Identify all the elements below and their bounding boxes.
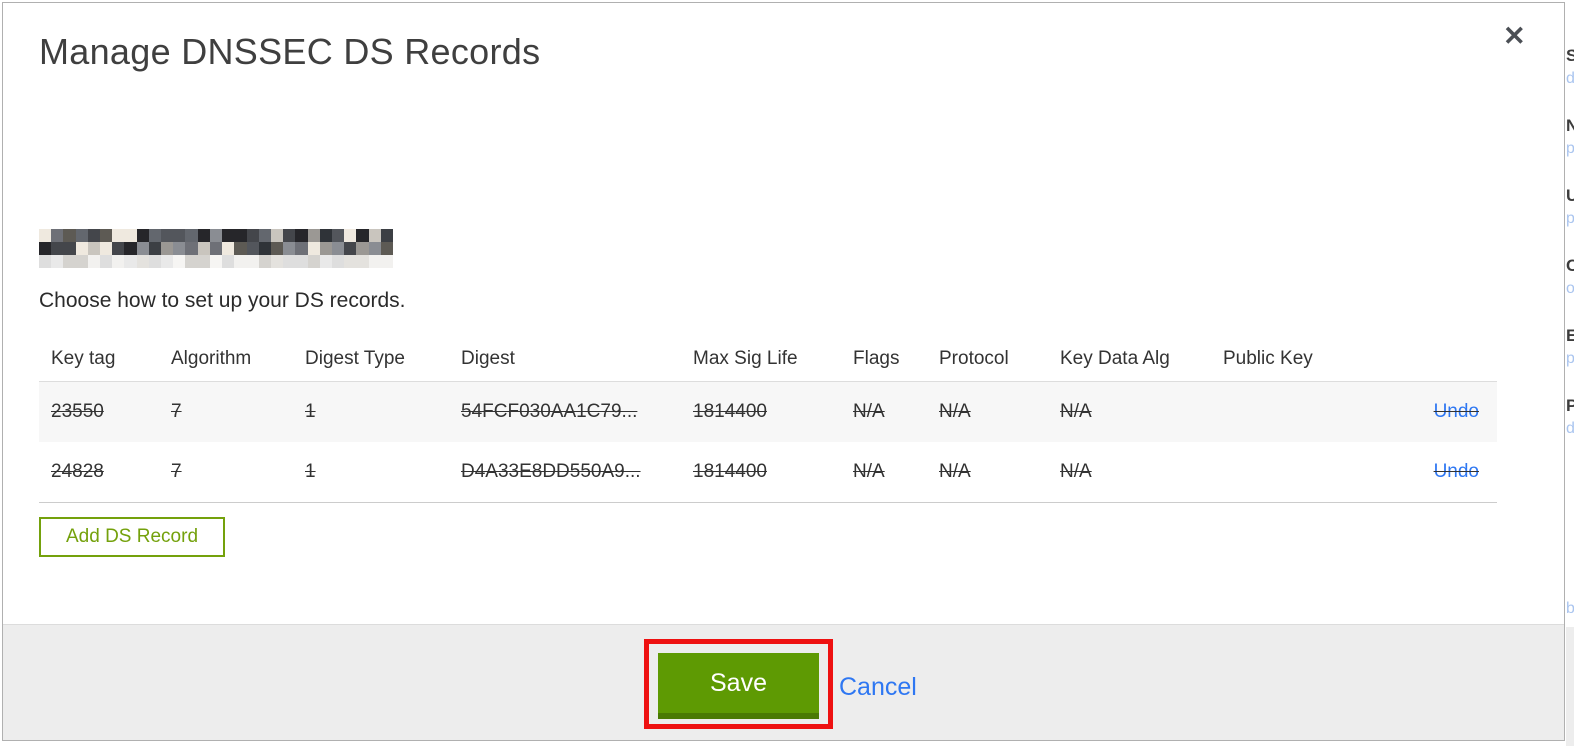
background-text-fragment: E: [1566, 326, 1574, 345]
digest-value: D4A33E8DD550A9...: [461, 461, 641, 482]
key-tag-value: 23550: [51, 401, 104, 422]
ds-records-table: Key tag Algorithm Digest Type Digest Max…: [39, 337, 1497, 503]
close-icon[interactable]: ✕: [1503, 23, 1526, 50]
background-text-fragment: b: [1566, 600, 1574, 617]
dnssec-modal: Manage DNSSEC DS Records ✕ Choose how to…: [2, 2, 1565, 741]
max-sig-life-value: 1814400: [693, 401, 767, 422]
background-page-sliver: SdNpUpCoEpPdb: [1566, 0, 1574, 746]
table-row: 23550 7 1 54FCF030AA1C79... 1814400 N/A …: [39, 381, 1497, 442]
key-data-alg-value: N/A: [1060, 401, 1092, 422]
page-title: Manage DNSSEC DS Records: [39, 31, 541, 72]
col-header-flags: Flags: [853, 348, 900, 369]
protocol-value: N/A: [939, 461, 971, 482]
background-text-fragment: P: [1566, 396, 1574, 415]
col-header-protocol: Protocol: [939, 348, 1009, 369]
digest-value: 54FCF030AA1C79...: [461, 401, 638, 422]
col-header-key-data-alg: Key Data Alg: [1060, 348, 1170, 369]
undo-link[interactable]: Undo: [1434, 401, 1479, 422]
background-footer-strip: [1566, 627, 1574, 746]
add-ds-record-button[interactable]: Add DS Record: [39, 517, 226, 557]
protocol-value: N/A: [939, 401, 971, 422]
col-header-max-sig-life: Max Sig Life: [693, 348, 798, 369]
col-header-digest: Digest: [461, 348, 515, 369]
undo-link[interactable]: Undo: [1434, 461, 1479, 482]
table-header-row: Key tag Algorithm Digest Type Digest Max…: [39, 337, 1497, 381]
flags-value: N/A: [853, 401, 885, 422]
algorithm-value: 7: [171, 401, 182, 422]
subtitle-text: Choose how to set up your DS records.: [39, 289, 406, 312]
col-header-public-key: Public Key: [1223, 348, 1313, 369]
max-sig-life-value: 1814400: [693, 461, 767, 482]
digest-type-value: 1: [305, 401, 316, 422]
key-tag-value: 24828: [51, 461, 104, 482]
background-text-fragment: p: [1566, 350, 1574, 367]
background-text-fragment: d: [1566, 420, 1574, 437]
background-text-fragment: o: [1566, 280, 1574, 297]
background-text-fragment: C: [1566, 256, 1574, 275]
col-header-digest-type: Digest Type: [305, 348, 405, 369]
cancel-link[interactable]: Cancel: [839, 673, 917, 702]
background-text-fragment: d: [1566, 70, 1574, 87]
background-text-fragment: U: [1566, 186, 1574, 205]
annotation-highlight-rectangle: Save: [644, 639, 833, 729]
background-text-fragment: S: [1566, 46, 1574, 65]
table-row: 24828 7 1 D4A33E8DD550A9... 1814400 N/A …: [39, 442, 1497, 503]
background-text-fragment: N: [1566, 116, 1574, 135]
algorithm-value: 7: [171, 461, 182, 482]
col-header-key-tag: Key tag: [51, 348, 116, 369]
flags-value: N/A: [853, 461, 885, 482]
background-text-fragment: p: [1566, 140, 1574, 157]
redacted-domain-name: [39, 229, 393, 268]
key-data-alg-value: N/A: [1060, 461, 1092, 482]
digest-type-value: 1: [305, 461, 316, 482]
save-button[interactable]: Save: [658, 653, 819, 719]
col-header-algorithm: Algorithm: [171, 348, 252, 369]
background-text-fragment: p: [1566, 210, 1574, 227]
